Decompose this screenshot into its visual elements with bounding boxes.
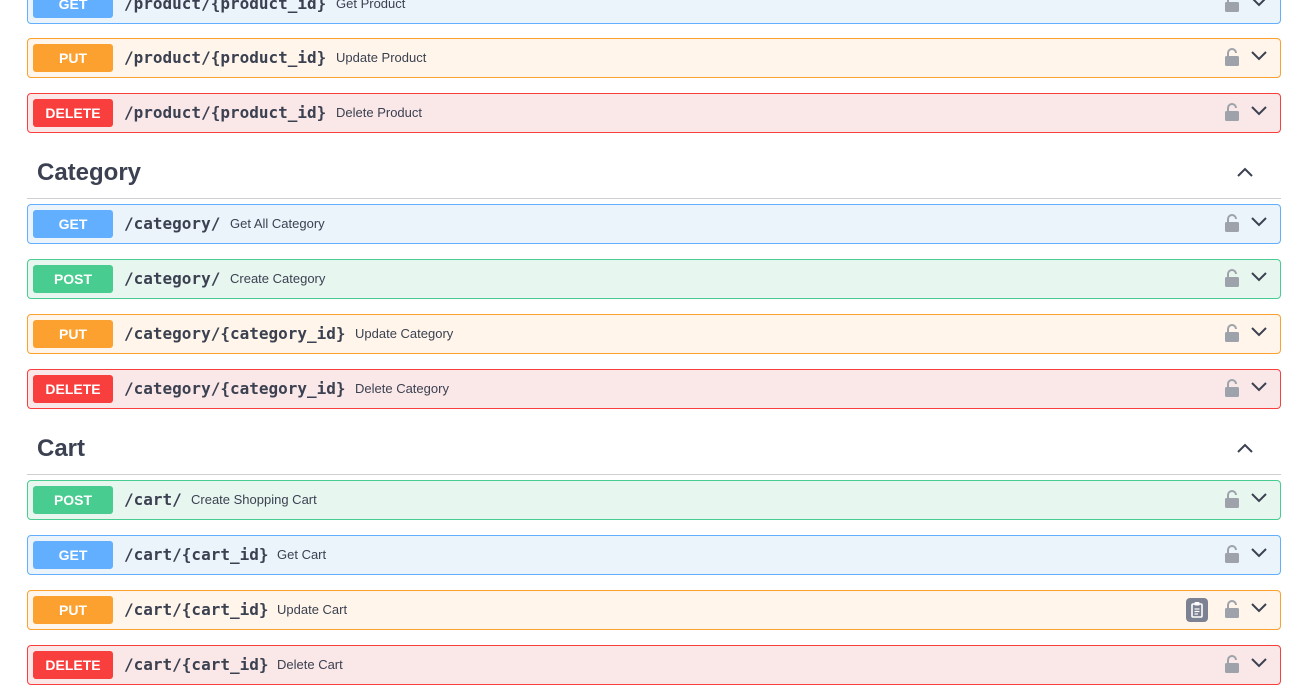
operation-summary[interactable]: Update Cart bbox=[277, 591, 347, 629]
copy-to-clipboard-button[interactable] bbox=[1186, 598, 1208, 622]
operation-summary[interactable]: Delete Category bbox=[355, 370, 449, 408]
operation-post-category[interactable]: POST /category/ Create Category bbox=[27, 259, 1281, 299]
section-divider bbox=[27, 198, 1281, 199]
operation-summary[interactable]: Delete Cart bbox=[277, 646, 343, 684]
operation-summary[interactable]: Get All Category bbox=[230, 205, 325, 243]
chevron-down-icon[interactable] bbox=[1250, 271, 1268, 283]
section-title-category[interactable]: Category bbox=[37, 158, 141, 188]
operation-path[interactable]: /category/{category_id} bbox=[124, 370, 346, 408]
section-divider bbox=[27, 474, 1281, 475]
operation-path[interactable]: /product/{product_id} bbox=[124, 39, 326, 77]
operation-summary[interactable]: Update Category bbox=[355, 315, 453, 353]
lock-icon[interactable] bbox=[1225, 269, 1239, 287]
chevron-down-icon[interactable] bbox=[1250, 105, 1268, 117]
operation-summary[interactable]: Delete Product bbox=[336, 94, 422, 132]
operation-summary[interactable]: Create Shopping Cart bbox=[191, 481, 317, 519]
chevron-down-icon[interactable] bbox=[1250, 381, 1268, 393]
chevron-up-icon[interactable] bbox=[1236, 442, 1254, 454]
operation-path[interactable]: /cart/ bbox=[124, 481, 182, 519]
operation-path[interactable]: /cart/{cart_id} bbox=[124, 646, 269, 684]
operation-delete-cart[interactable]: DELETE /cart/{cart_id} Delete Cart bbox=[27, 645, 1281, 685]
method-badge[interactable]: GET bbox=[33, 210, 113, 238]
lock-icon[interactable] bbox=[1225, 214, 1239, 232]
method-badge[interactable]: DELETE bbox=[33, 99, 113, 127]
operation-path[interactable]: /category/ bbox=[124, 260, 220, 298]
lock-icon[interactable] bbox=[1225, 490, 1239, 508]
operation-get-cart[interactable]: GET /cart/{cart_id} Get Cart bbox=[27, 535, 1281, 575]
operation-summary[interactable]: Get Product bbox=[336, 0, 405, 23]
section-title-cart[interactable]: Cart bbox=[37, 434, 85, 464]
operation-path[interactable]: /category/ bbox=[124, 205, 220, 243]
chevron-up-icon[interactable] bbox=[1236, 166, 1254, 178]
operation-summary[interactable]: Create Category bbox=[230, 260, 325, 298]
swagger-operations-list: GET /product/{product_id} Get Product PU… bbox=[0, 0, 1310, 697]
lock-icon[interactable] bbox=[1225, 103, 1239, 121]
operation-path[interactable]: /category/{category_id} bbox=[124, 315, 346, 353]
operation-post-cart[interactable]: POST /cart/ Create Shopping Cart bbox=[27, 480, 1281, 520]
chevron-down-icon[interactable] bbox=[1250, 216, 1268, 228]
operation-path[interactable]: /cart/{cart_id} bbox=[124, 536, 269, 574]
lock-icon[interactable] bbox=[1225, 655, 1239, 673]
chevron-down-icon[interactable] bbox=[1250, 326, 1268, 338]
operation-put-cart[interactable]: PUT /cart/{cart_id} Update Cart bbox=[27, 590, 1281, 630]
clipboard-icon bbox=[1191, 602, 1203, 618]
method-badge[interactable]: PUT bbox=[33, 44, 113, 72]
operation-delete-product[interactable]: DELETE /product/{product_id} Delete Prod… bbox=[27, 93, 1281, 133]
operation-delete-category[interactable]: DELETE /category/{category_id} Delete Ca… bbox=[27, 369, 1281, 409]
operation-get-all-category[interactable]: GET /category/ Get All Category bbox=[27, 204, 1281, 244]
method-badge[interactable]: DELETE bbox=[33, 375, 113, 403]
lock-icon[interactable] bbox=[1225, 0, 1239, 12]
method-badge[interactable]: GET bbox=[33, 0, 113, 18]
lock-icon[interactable] bbox=[1225, 545, 1239, 563]
chevron-down-icon[interactable] bbox=[1250, 0, 1268, 8]
lock-icon[interactable] bbox=[1225, 379, 1239, 397]
lock-icon[interactable] bbox=[1225, 600, 1239, 618]
method-badge[interactable]: PUT bbox=[33, 596, 113, 624]
method-badge[interactable]: POST bbox=[33, 486, 113, 514]
operation-path[interactable]: /product/{product_id} bbox=[124, 0, 326, 23]
operation-summary[interactable]: Get Cart bbox=[277, 536, 326, 574]
operation-get-product[interactable]: GET /product/{product_id} Get Product bbox=[27, 0, 1281, 24]
operation-put-category[interactable]: PUT /category/{category_id} Update Categ… bbox=[27, 314, 1281, 354]
operation-put-product[interactable]: PUT /product/{product_id} Update Product bbox=[27, 38, 1281, 78]
chevron-down-icon[interactable] bbox=[1250, 50, 1268, 62]
chevron-down-icon[interactable] bbox=[1250, 602, 1268, 614]
operation-path[interactable]: /cart/{cart_id} bbox=[124, 591, 269, 629]
lock-icon[interactable] bbox=[1225, 324, 1239, 342]
method-badge[interactable]: GET bbox=[33, 541, 113, 569]
method-badge[interactable]: DELETE bbox=[33, 651, 113, 679]
chevron-down-icon[interactable] bbox=[1250, 547, 1268, 559]
operation-summary[interactable]: Update Product bbox=[336, 39, 426, 77]
operation-path[interactable]: /product/{product_id} bbox=[124, 94, 326, 132]
chevron-down-icon[interactable] bbox=[1250, 657, 1268, 669]
chevron-down-icon[interactable] bbox=[1250, 492, 1268, 504]
method-badge[interactable]: POST bbox=[33, 265, 113, 293]
lock-icon[interactable] bbox=[1225, 48, 1239, 66]
method-badge[interactable]: PUT bbox=[33, 320, 113, 348]
